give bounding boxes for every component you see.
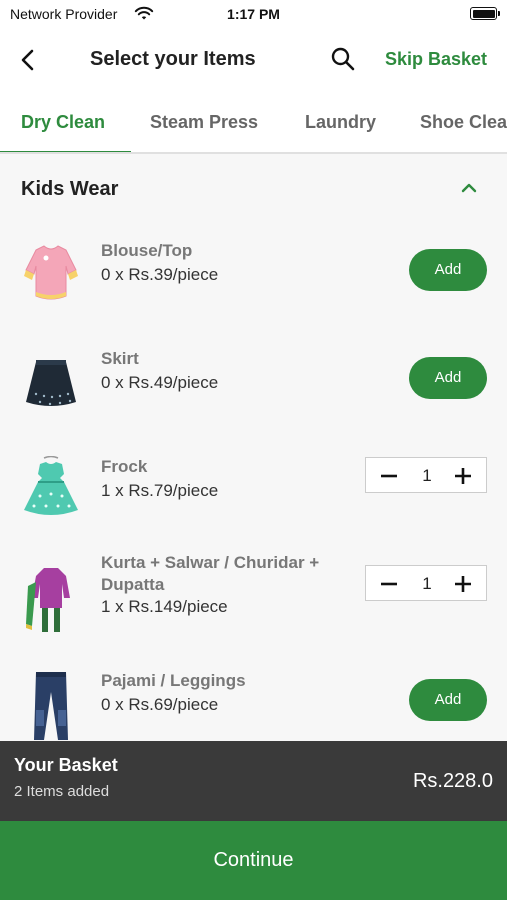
list-item: Blouse/Top 0 x Rs.39/piece Add	[0, 230, 507, 330]
page-title: Select your Items	[90, 48, 256, 70]
list-item: Skirt 0 x Rs.49/piece Add	[0, 338, 507, 438]
item-name: Skirt	[101, 349, 139, 368]
section-header[interactable]: Kids Wear	[0, 156, 507, 218]
continue-button[interactable]: Continue	[0, 821, 507, 900]
add-button[interactable]: Add	[409, 679, 487, 721]
item-price: 1 x Rs.79/piece	[101, 481, 219, 500]
item-price: 0 x Rs.69/piece	[101, 695, 219, 714]
item-name: Kurta + Salwar / Churidar + Dupatta	[101, 553, 320, 594]
basket-summary[interactable]: Your Basket 2 Items added Rs.228.0	[0, 741, 507, 821]
tab-dry-clean[interactable]: Dry Clean	[21, 112, 105, 133]
category-tabs: Dry Clean Steam Press Laundry Shoe Clea	[0, 92, 507, 154]
plus-icon[interactable]	[453, 574, 473, 594]
tab-laundry[interactable]: Laundry	[305, 112, 376, 133]
active-tab-indicator	[0, 151, 131, 152]
leggings-icon	[34, 672, 68, 740]
quantity-stepper: 1	[365, 565, 487, 601]
basket-item-count: 2 Items added	[14, 783, 110, 800]
status-time: 1:17 PM	[227, 6, 280, 22]
chevron-left-icon[interactable]	[14, 46, 42, 74]
nav-bar: Select your Items Skip Basket	[0, 28, 507, 92]
search-icon[interactable]	[330, 46, 356, 72]
item-name: Blouse/Top	[101, 241, 193, 260]
kurta-icon	[26, 568, 70, 632]
plus-icon[interactable]	[453, 466, 473, 486]
item-price: 0 x Rs.39/piece	[101, 265, 219, 284]
item-price: 1 x Rs.149/piece	[101, 597, 228, 616]
quantity-stepper: 1	[365, 457, 487, 493]
basket-total: Rs.228.0	[412, 770, 493, 792]
item-name: Pajami / Leggings	[101, 671, 246, 690]
frock-icon	[24, 456, 78, 515]
basket-title: Your Basket	[14, 755, 118, 775]
skip-basket-button[interactable]: Skip Basket	[385, 49, 487, 70]
tab-shoe-clean[interactable]: Shoe Clea	[420, 112, 507, 133]
chevron-up-icon[interactable]	[461, 182, 477, 194]
add-button[interactable]: Add	[409, 249, 487, 291]
list-item: Pajami / Leggings 0 x Rs.69/piece Add	[0, 670, 507, 741]
add-button[interactable]: Add	[409, 357, 487, 399]
item-name: Frock	[101, 457, 148, 476]
status-bar: Network Provider 1:17 PM	[0, 0, 507, 28]
list-item: Kurta + Salwar / Churidar + Dupatta 1 x …	[0, 553, 507, 664]
battery-icon	[470, 7, 500, 20]
skirt-icon	[26, 360, 76, 406]
blouse-icon	[24, 245, 78, 300]
tab-steam-press[interactable]: Steam Press	[150, 112, 258, 133]
list-item: Frock 1 x Rs.79/piece 1	[0, 446, 507, 546]
section-title: Kids Wear	[21, 178, 119, 200]
item-price: 0 x Rs.49/piece	[101, 373, 219, 392]
